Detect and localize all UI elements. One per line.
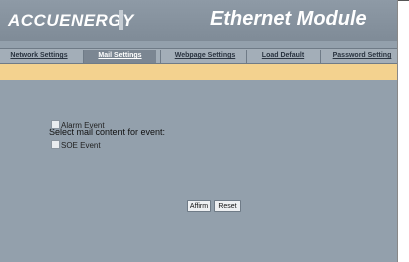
- header: ACCUENERGY Ethernet Module: [0, 0, 397, 41]
- nav-divider: [320, 50, 321, 63]
- reset-button[interactable]: Reset: [214, 200, 241, 212]
- right-border: [397, 0, 398, 262]
- page-frame: ACCUENERGY Ethernet Module Network Setti…: [0, 0, 397, 262]
- alarm-event-option[interactable]: Alarm Event: [51, 120, 105, 130]
- notice-banner: [0, 64, 397, 80]
- alarm-event-label: Alarm Event: [61, 121, 105, 130]
- tab-network-settings[interactable]: Network Settings: [4, 50, 74, 63]
- logo: ACCUENERGY: [8, 11, 134, 30]
- logo-separator: [119, 10, 123, 30]
- tab-password-setting[interactable]: Password Setting: [328, 50, 396, 63]
- affirm-button[interactable]: Affirm: [187, 200, 211, 212]
- page-title: Ethernet Module: [210, 8, 367, 30]
- alarm-event-checkbox[interactable]: [51, 120, 60, 129]
- soe-event-option[interactable]: SOE Event: [51, 140, 101, 150]
- nav-divider: [160, 50, 161, 63]
- tab-webpage-settings[interactable]: Webpage Settings: [165, 50, 245, 63]
- soe-event-checkbox[interactable]: [51, 140, 60, 149]
- tab-mail-settings[interactable]: Mail Settings: [84, 50, 156, 63]
- soe-event-label: SOE Event: [61, 141, 101, 150]
- nav-bar: Network Settings Mail Settings Webpage S…: [0, 48, 397, 64]
- nav-divider: [246, 50, 247, 63]
- tab-load-default[interactable]: Load Default: [250, 50, 316, 63]
